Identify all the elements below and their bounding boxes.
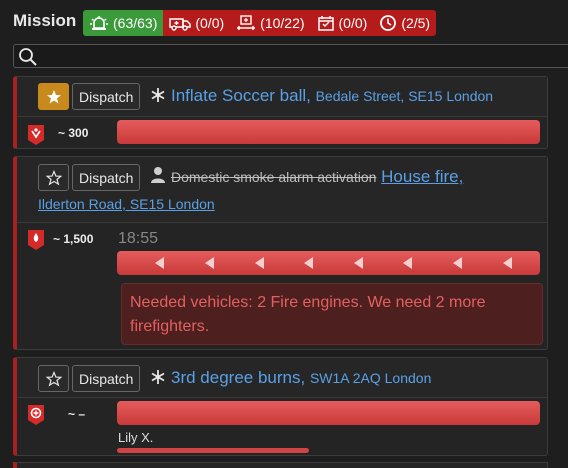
patient-icon — [237, 15, 256, 30]
arrow-left-icon — [353, 257, 363, 269]
mission-progress-bar — [117, 251, 540, 275]
arrow-left-icon — [204, 257, 214, 269]
mission-progress-bar — [117, 401, 540, 425]
mission-title-link[interactable]: Inflate Soccer ball, Bedale Street, SE15… — [171, 86, 493, 106]
dispatch-button[interactable]: Dispatch — [72, 365, 141, 392]
dispatch-button[interactable]: Dispatch — [72, 164, 141, 191]
arrow-left-icon — [304, 257, 314, 269]
badge-patient-missions[interactable]: (10/22) — [230, 10, 311, 36]
badge-timed-count: (2/5) — [401, 15, 431, 31]
favorite-button[interactable] — [38, 365, 69, 392]
arrow-left-icon — [453, 257, 463, 269]
badge-planned-count: (0/0) — [338, 15, 368, 31]
mission-card-header: Dispatch Domestic smoke alarm activation… — [17, 157, 547, 223]
badge-patient-count: (10/22) — [260, 15, 305, 31]
badge-planned-missions[interactable]: (0/0) — [310, 10, 374, 36]
mission-address[interactable]: SW1A 2AQ London — [310, 370, 431, 386]
mission-count-badges: (63/63) (0/0) (10/22) (0/0) (2/5) — [83, 10, 437, 36]
calendar-icon — [317, 16, 334, 31]
mission-search[interactable] — [13, 44, 568, 68]
star-icon — [46, 89, 61, 103]
badge-timed-missions[interactable]: (2/5) — [373, 10, 437, 36]
badge-all-missions[interactable]: (63/63) — [83, 10, 164, 36]
mission-card: Dispatch 3rd degree burns, SW1A 2AQ Lond… — [13, 357, 548, 456]
dispatch-button[interactable]: Dispatch — [72, 83, 141, 110]
mission-address[interactable]: Ilderton Road, SE15 London — [38, 196, 215, 212]
needed-vehicles-alert: Needed vehicles: 2 Fire engines. We need… — [121, 283, 543, 345]
mission-credits: ~ 300 — [58, 126, 89, 140]
mission-time: 18:55 — [118, 230, 159, 247]
arrow-left-icon — [403, 257, 413, 269]
badge-ambulance-missions[interactable]: (0/0) — [163, 10, 231, 36]
mission-title-link[interactable]: Domestic smoke alarm activation House fi… — [171, 167, 463, 187]
fire-icon — [27, 229, 45, 256]
search-icon — [19, 48, 37, 66]
mission-card: Dispatch Inflate Soccer ball, Bedale Str… — [13, 76, 548, 149]
mission-title: 3rd degree burns, — [171, 368, 306, 387]
star-outline-icon — [45, 370, 62, 387]
patient-progress-bar — [117, 448, 309, 453]
mission-card-header: Dispatch Inflate Soccer ball, Bedale Str… — [17, 77, 547, 117]
search-input[interactable] — [40, 45, 560, 67]
patient-name: Lily X. — [118, 430, 154, 445]
mission-address[interactable]: Bedale Street, SE15 London — [316, 88, 493, 104]
ambulance-icon — [169, 18, 192, 31]
mission-progress-bar — [117, 120, 540, 144]
next-mission-card-edge — [13, 462, 548, 468]
mission-header: Mission (63/63) (0/0) (10/22) (0/0) (2/5… — [0, 0, 568, 44]
favorite-button[interactable] — [38, 164, 69, 191]
favorite-button[interactable] — [38, 83, 69, 110]
ambulance-station-icon — [27, 404, 45, 431]
previous-mission-title: Domestic smoke alarm activation — [171, 169, 377, 185]
person-icon — [151, 167, 165, 183]
arrow-left-icon — [502, 257, 512, 269]
fire-station-icon — [27, 124, 45, 151]
badge-ambulance-count: (0/0) — [195, 15, 225, 31]
snowflake-icon — [151, 88, 165, 102]
star-outline-icon — [45, 169, 62, 186]
siren-icon — [90, 16, 108, 30]
mission-credits: ~ – — [68, 407, 86, 421]
mission-title-link[interactable]: 3rd degree burns, SW1A 2AQ London — [171, 368, 431, 388]
mission-card-header: Dispatch 3rd degree burns, SW1A 2AQ Lond… — [17, 358, 547, 398]
snowflake-icon — [151, 370, 165, 384]
badge-all-missions-count: (63/63) — [113, 15, 158, 31]
mission-credits: ~ 1,500 — [53, 232, 94, 246]
mission-title: House fire, — [381, 167, 464, 186]
arrow-left-icon — [155, 257, 165, 269]
mission-title: Inflate Soccer ball, — [171, 86, 311, 105]
mission-card: Dispatch Domestic smoke alarm activation… — [13, 156, 548, 350]
arrow-left-icon — [254, 257, 264, 269]
clock-icon — [380, 15, 397, 31]
page-title: Mission — [13, 11, 77, 30]
